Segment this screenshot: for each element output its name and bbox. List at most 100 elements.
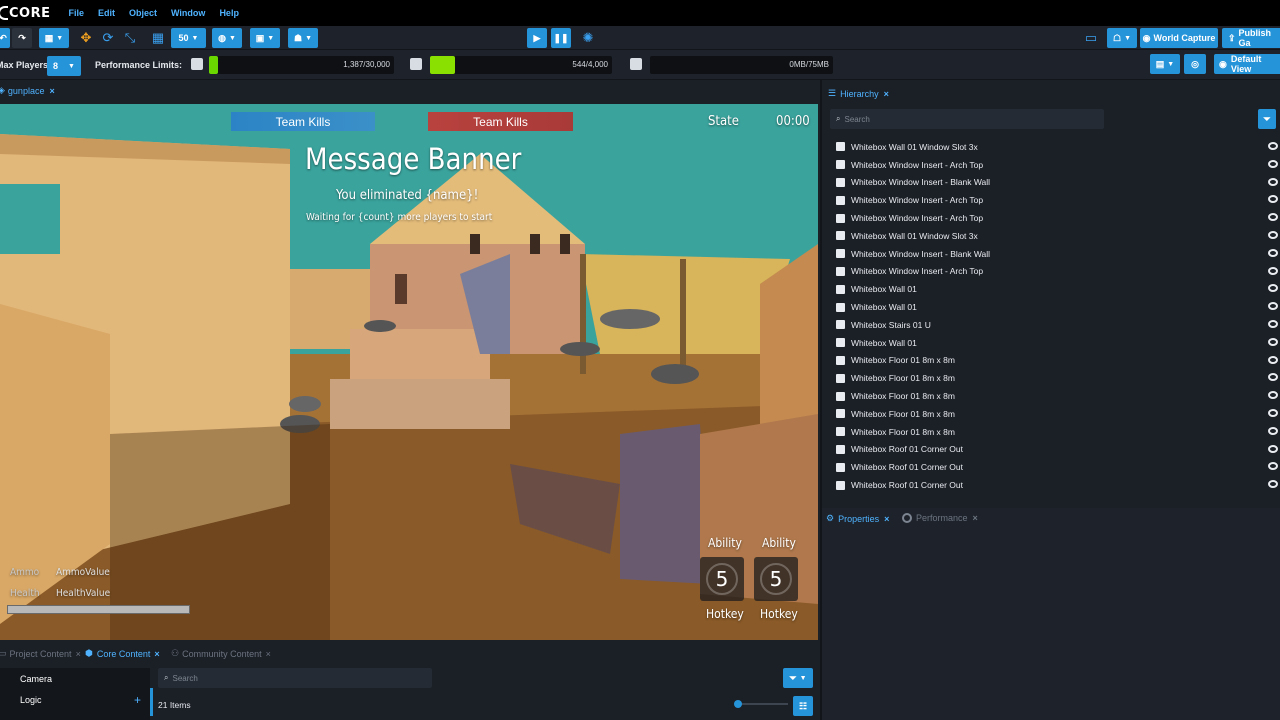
visibility-eye-icon[interactable] <box>1268 480 1278 489</box>
zoom-slider-track[interactable] <box>738 703 788 705</box>
tab-hierarchy[interactable]: ☰ Hierarchy × <box>828 88 889 99</box>
menu-window[interactable]: Window <box>171 8 205 18</box>
close-icon[interactable]: × <box>266 649 271 659</box>
hierarchy-item[interactable]: Whitebox Stairs 01 U <box>836 316 1280 334</box>
tab-performance[interactable]: Performance × <box>902 513 978 523</box>
visibility-eye-icon[interactable] <box>1268 142 1278 150</box>
hierarchy-item[interactable]: Whitebox Floor 01 8m x 8m <box>836 352 1280 370</box>
tab-properties[interactable]: ⚙ Properties × <box>826 513 889 524</box>
selection-mode-dropdown[interactable]: ▦ ▼ <box>39 28 69 48</box>
hierarchy-item[interactable]: Whitebox Window Insert - Blank Wall <box>836 174 1280 192</box>
grid-icon[interactable]: ▦ <box>150 30 166 46</box>
default-view-button[interactable]: ◉ Default View <box>1214 54 1280 74</box>
max-players-dropdown[interactable]: 8 ▼ <box>47 56 81 76</box>
rotate-tool-icon[interactable]: ⟳ <box>100 30 116 46</box>
filter-button[interactable]: ⏷ <box>1258 109 1276 129</box>
visibility-eye-icon[interactable] <box>1268 462 1278 471</box>
visibility-eye-icon[interactable] <box>1268 195 1278 204</box>
undo-button[interactable]: ↶ <box>0 28 10 48</box>
camera-mode-dropdown[interactable]: ▣ ▼ <box>250 28 280 48</box>
visibility-eye-icon[interactable] <box>1268 355 1278 364</box>
visibility-eye-icon[interactable] <box>1268 302 1278 311</box>
menu-help[interactable]: Help <box>219 8 239 18</box>
visibility-eye-icon[interactable] <box>1268 373 1278 382</box>
play-button[interactable]: ▶ <box>527 28 547 48</box>
close-icon[interactable]: × <box>154 649 159 659</box>
redo-button[interactable]: ↷ <box>12 28 32 48</box>
object-count-fill <box>209 56 218 74</box>
hierarchy-item[interactable]: Whitebox Window Insert - Arch Top <box>836 263 1280 281</box>
hierarchy-search-input[interactable]: ⌕ Search <box>830 109 1104 129</box>
grid-size-value: 50 <box>178 33 189 43</box>
close-icon[interactable]: × <box>973 513 978 523</box>
screenshot-icon[interactable]: ▭ <box>1083 30 1099 46</box>
visibility-eye-icon[interactable] <box>1268 248 1278 257</box>
scale-tool-icon[interactable]: ⤡ <box>122 30 138 46</box>
hierarchy-item[interactable]: Whitebox Floor 01 8m x 8m <box>836 369 1280 387</box>
hierarchy-item-label: Whitebox Window Insert - Blank Wall <box>851 177 991 188</box>
grid-view-button[interactable]: ☷ <box>793 696 813 716</box>
hierarchy-item[interactable]: Whitebox Roof 01 Corner Out <box>836 458 1280 476</box>
snap-dropdown[interactable]: ◍ ▼ <box>212 28 242 48</box>
move-tool-icon[interactable]: ✥ <box>78 30 94 46</box>
pause-button[interactable]: ❚❚ <box>551 28 571 48</box>
hierarchy-item[interactable]: Whitebox Wall 01 <box>836 280 1280 298</box>
close-icon[interactable]: × <box>884 514 889 524</box>
hierarchy-item[interactable]: Whitebox Wall 01 Window Slot 3x <box>836 138 1280 156</box>
hierarchy-item[interactable]: Whitebox Floor 01 8m x 8m <box>836 387 1280 405</box>
content-search-input[interactable]: ⌕ Search <box>158 668 432 688</box>
multiplayer-dropdown[interactable]: ☗ ▼ <box>288 28 318 48</box>
hierarchy-item[interactable]: Whitebox Window Insert - Blank Wall <box>836 245 1280 263</box>
hierarchy-item[interactable]: Whitebox Wall 01 <box>836 334 1280 352</box>
hierarchy-item[interactable]: Whitebox Window Insert - Arch Top <box>836 156 1280 174</box>
visibility-eye-icon[interactable] <box>1268 320 1278 328</box>
menu-file[interactable]: File <box>68 8 84 18</box>
tab-core-content[interactable]: ⬢ Core Content × <box>85 648 160 659</box>
visibility-eye-icon[interactable] <box>1268 391 1278 400</box>
close-icon[interactable]: × <box>49 86 54 96</box>
hierarchy-item[interactable]: Whitebox Floor 01 8m x 8m <box>836 405 1280 423</box>
hierarchy-item[interactable]: Whitebox Roof 01 Corner Out <box>836 476 1280 494</box>
tab-project-content[interactable]: ▭ Project Content × <box>0 648 81 659</box>
hierarchy-item[interactable]: Whitebox Wall 01 Window Slot 3x <box>836 227 1280 245</box>
visibility-eye-icon[interactable] <box>1268 231 1278 239</box>
layout-dropdown[interactable]: ▤ ▼ <box>1150 54 1180 74</box>
category-logic[interactable]: Logic <box>20 695 42 705</box>
visibility-eye-icon[interactable] <box>1268 159 1278 168</box>
visibility-eye-icon[interactable] <box>1268 177 1278 186</box>
grid-size-dropdown[interactable]: 50 ▼ <box>171 28 206 48</box>
hierarchy-item[interactable]: Whitebox Roof 01 Corner Out <box>836 441 1280 459</box>
tab-community-content[interactable]: ⚇ Community Content × <box>171 648 271 659</box>
object-cube-icon <box>836 338 845 348</box>
zoom-slider-handle[interactable] <box>734 700 742 708</box>
world-capture-button[interactable]: ◉ World Capture <box>1140 28 1218 48</box>
expand-plus-icon[interactable]: + <box>134 693 141 707</box>
hierarchy-item[interactable]: Whitebox Floor 01 8m x 8m <box>836 423 1280 441</box>
view-options-button[interactable]: ◎ <box>1184 54 1206 74</box>
tab-gunplace[interactable]: ◈ gunplace × <box>0 85 55 96</box>
menu-edit[interactable]: Edit <box>98 8 115 18</box>
hierarchy-item-label: Whitebox Wall 01 <box>851 337 917 348</box>
category-camera[interactable]: Camera <box>20 674 52 684</box>
visibility-eye-icon[interactable] <box>1268 426 1278 435</box>
hierarchy-item[interactable]: Whitebox Window Insert - Arch Top <box>836 191 1280 209</box>
hierarchy-item[interactable]: Whitebox Window Insert - Arch Top <box>836 209 1280 227</box>
publish-game-button[interactable]: ⇪ Publish Ga <box>1222 28 1280 48</box>
hierarchy-item[interactable]: Whitebox Wall 01 <box>836 298 1280 316</box>
visibility-eye-icon[interactable] <box>1268 409 1278 417</box>
game-viewport[interactable]: Team Kills Team Kills State 00:00 Messag… <box>0 104 818 640</box>
settings-gear-icon[interactable]: ✺ <box>580 30 596 46</box>
menu-object[interactable]: Object <box>129 8 157 18</box>
close-icon[interactable]: × <box>884 89 889 99</box>
networked-value: 544/4,000 <box>572 60 608 69</box>
content-filter-dropdown[interactable]: ⏷ ▼ <box>783 668 813 688</box>
visibility-eye-icon[interactable] <box>1268 266 1278 275</box>
bot-settings-dropdown[interactable]: ☖ ▼ <box>1107 28 1137 48</box>
max-players-label: Max Players <box>0 60 49 70</box>
close-icon[interactable]: × <box>76 649 81 659</box>
visibility-eye-icon[interactable] <box>1268 444 1278 453</box>
visibility-eye-icon[interactable] <box>1268 213 1278 222</box>
hierarchy-item-label: Whitebox Wall 01 <box>851 284 917 295</box>
visibility-eye-icon[interactable] <box>1268 337 1278 346</box>
visibility-eye-icon[interactable] <box>1268 284 1278 293</box>
